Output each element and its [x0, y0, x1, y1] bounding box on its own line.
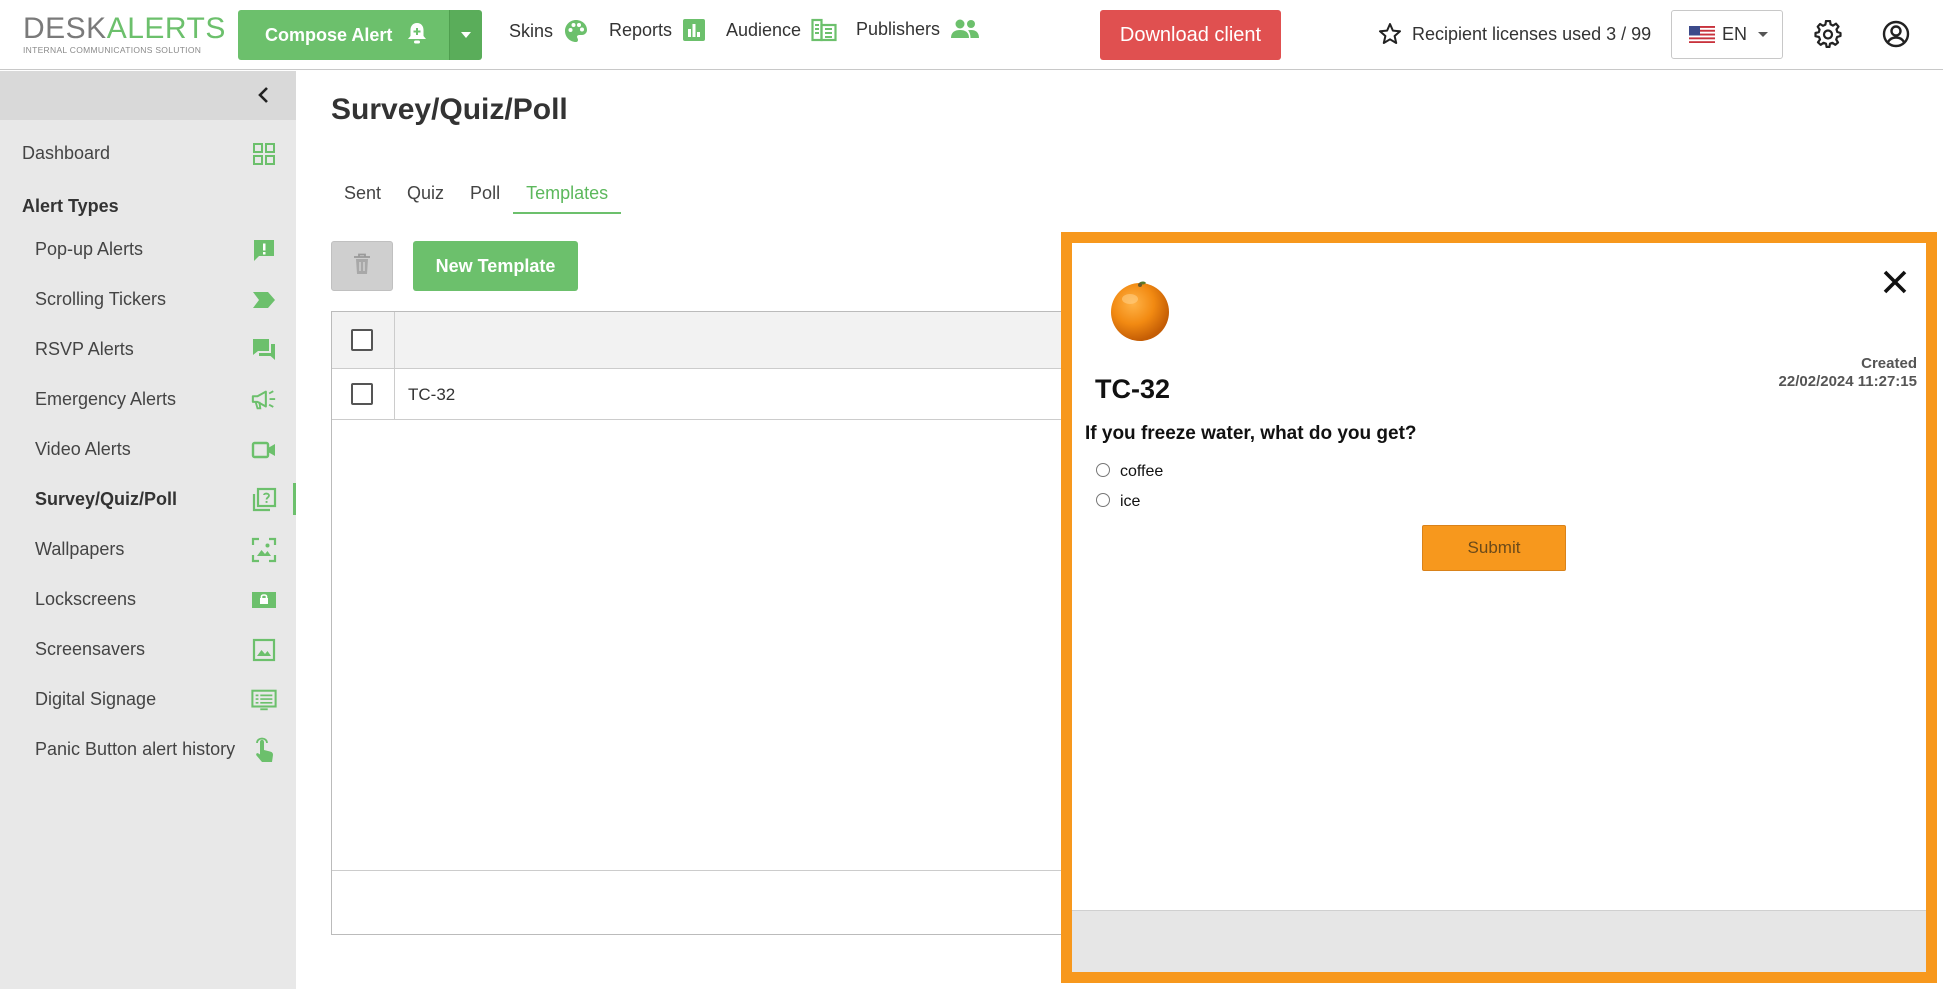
- download-client-button[interactable]: Download client: [1100, 10, 1281, 60]
- tab-bar: Sent Quiz Poll Templates: [331, 178, 622, 214]
- top-header: DESKALERTS INTERNAL COMMUNICATIONS SOLUT…: [0, 0, 1943, 70]
- bar-chart-icon: [682, 18, 706, 42]
- nav-skins[interactable]: Skins: [509, 18, 589, 44]
- active-item-marker: [293, 483, 296, 515]
- created-label: Created: [1861, 355, 1917, 372]
- survey-question: If you freeze water, what do you get?: [1085, 423, 1417, 444]
- sidebar-item-survey-quiz-poll[interactable]: Survey/Quiz/Poll: [0, 479, 296, 519]
- compose-dropdown-button[interactable]: [449, 10, 482, 60]
- touch-icon: [251, 737, 277, 763]
- recipient-licenses: Recipient licenses used 3 / 99: [1378, 22, 1651, 46]
- wallpaper-icon: [251, 537, 277, 563]
- megaphone-icon: [251, 387, 277, 413]
- palette-icon: [563, 18, 589, 44]
- sidebar-item-rsvp-alerts[interactable]: RSVP Alerts: [0, 329, 296, 369]
- sidebar-item-digital-signage[interactable]: Digital Signage: [0, 679, 296, 719]
- sidebar-item-wallpapers[interactable]: Wallpapers: [0, 529, 296, 569]
- tab-sent[interactable]: Sent: [331, 178, 394, 214]
- people-icon: [950, 18, 980, 40]
- chat-icon: [251, 337, 277, 363]
- video-icon: [251, 437, 277, 463]
- compose-alert-button[interactable]: Compose Alert: [238, 10, 449, 60]
- star-icon: [1378, 22, 1402, 46]
- compose-alert-group: Compose Alert: [238, 10, 482, 60]
- caret-down-icon: [461, 32, 471, 38]
- licenses-text: Recipient licenses used 3 / 99: [1412, 23, 1652, 44]
- us-flag-icon: [1689, 26, 1715, 43]
- select-all-checkbox[interactable]: [351, 329, 373, 351]
- survey-icon: [251, 487, 277, 513]
- signage-icon: [251, 687, 277, 713]
- language-selector[interactable]: EN: [1671, 10, 1783, 59]
- radio-button[interactable]: [1096, 493, 1110, 507]
- settings-gear-icon[interactable]: [1814, 19, 1842, 53]
- dashboard-grid-icon: [251, 141, 277, 167]
- sidebar-item-screensavers[interactable]: Screensavers: [0, 629, 296, 669]
- compose-alert-label: Compose Alert: [265, 24, 393, 45]
- option-coffee[interactable]: coffee: [1096, 463, 1163, 481]
- nav-audience[interactable]: Audience: [726, 18, 837, 42]
- preview-title: TC-32: [1095, 374, 1171, 404]
- created-info: Created 22/02/2024 11:27:15: [1779, 355, 1917, 391]
- user-account-icon[interactable]: [1882, 20, 1910, 53]
- sidebar-item-scrolling-tickers[interactable]: Scrolling Tickers: [0, 279, 296, 319]
- alert-bubble-icon: [251, 237, 277, 263]
- created-date: 22/02/2024 11:27:15: [1778, 373, 1917, 390]
- image-icon: [251, 637, 277, 663]
- language-value: EN: [1722, 24, 1748, 44]
- deskalerts-logo[interactable]: DESKALERTS INTERNAL COMMUNICATIONS SOLUT…: [23, 14, 226, 56]
- new-template-button[interactable]: New Template: [413, 241, 578, 291]
- sidebar-item-video-alerts[interactable]: Video Alerts: [0, 429, 296, 469]
- delete-button[interactable]: [331, 241, 393, 291]
- sidebar: Dashboard Alert Types Pop-up Alerts Scro…: [0, 71, 296, 989]
- sidebar-item-popup-alerts[interactable]: Pop-up Alerts: [0, 229, 296, 269]
- sidebar-item-dashboard[interactable]: Dashboard: [0, 133, 296, 173]
- submit-button[interactable]: Submit: [1422, 525, 1566, 571]
- caret-down-icon: [1757, 31, 1769, 38]
- sidebar-item-panic-button-history[interactable]: Panic Button alert history: [0, 729, 296, 769]
- tab-templates[interactable]: Templates: [513, 178, 622, 214]
- row-checkbox[interactable]: [351, 383, 373, 405]
- tab-quiz[interactable]: Quiz: [394, 178, 457, 214]
- preview-footer: [1072, 910, 1926, 972]
- page-title: Survey/Quiz/Poll: [331, 93, 568, 126]
- template-preview-popup: TC-32 Created 22/02/2024 11:27:15 If you…: [1061, 232, 1937, 983]
- template-name-cell[interactable]: TC-32: [408, 385, 455, 405]
- sidebar-collapse-bar[interactable]: [0, 71, 296, 120]
- audience-icon: [811, 18, 837, 42]
- tab-poll[interactable]: Poll: [457, 178, 513, 214]
- option-ice[interactable]: ice: [1096, 493, 1140, 511]
- sidebar-item-lockscreens[interactable]: Lockscreens: [0, 579, 296, 619]
- sidebar-section-alert-types: Alert Types: [22, 196, 119, 216]
- nav-reports[interactable]: Reports: [609, 18, 706, 42]
- lock-icon: [251, 587, 277, 613]
- nav-publishers[interactable]: Publishers: [856, 18, 980, 40]
- close-icon[interactable]: [1882, 269, 1908, 300]
- bell-plus-icon: [406, 21, 428, 50]
- column-divider: [394, 312, 395, 419]
- ticker-icon: [251, 287, 277, 313]
- trash-icon: [353, 253, 371, 280]
- radio-button[interactable]: [1096, 463, 1110, 477]
- sidebar-item-emergency-alerts[interactable]: Emergency Alerts: [0, 379, 296, 419]
- orange-fruit-image: [1108, 277, 1172, 348]
- chevron-left-icon[interactable]: [256, 86, 272, 109]
- logo-tagline: INTERNAL COMMUNICATIONS SOLUTION: [23, 45, 202, 55]
